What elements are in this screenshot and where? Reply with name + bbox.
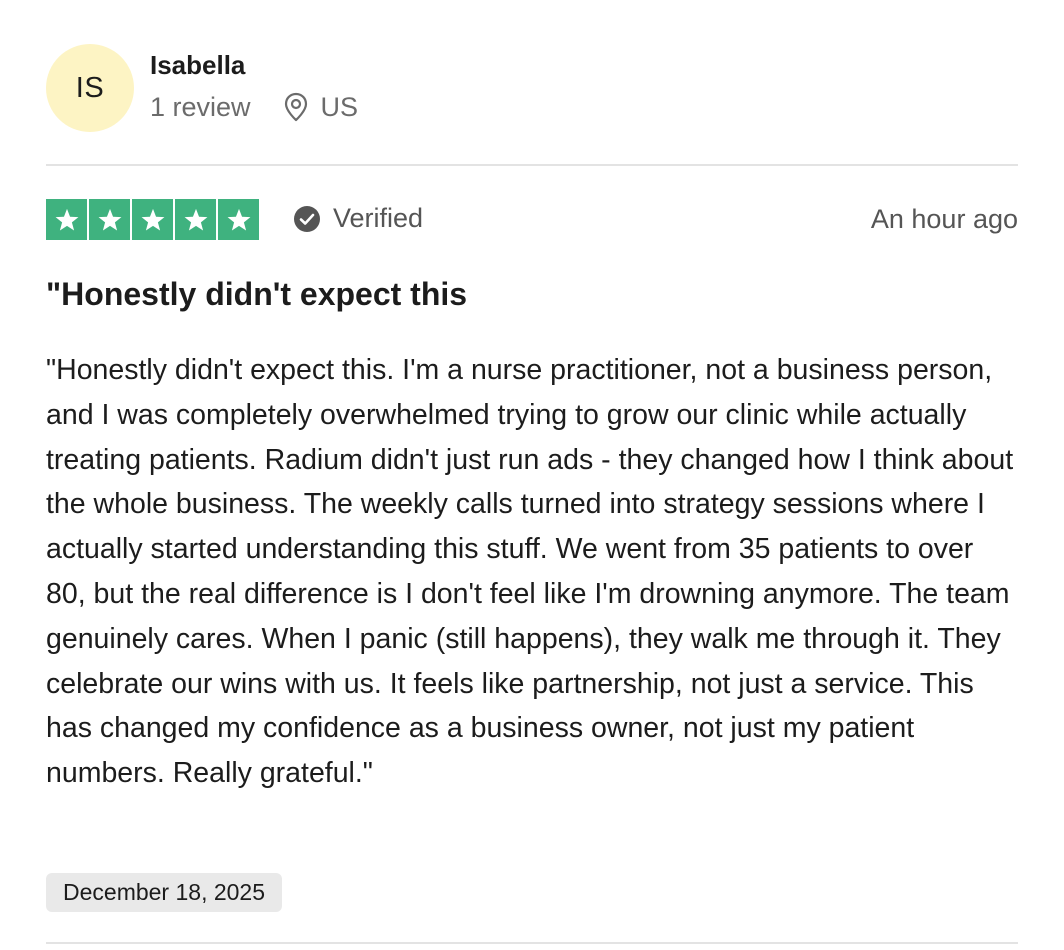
check-circle-icon [294, 205, 320, 232]
review-card: IS Isabella 1 review US Verified An hour… [46, 0, 1018, 950]
divider [46, 942, 1018, 944]
review-body: "Honestly didn't expect this. I'm a nurs… [46, 354, 1014, 790]
review-title[interactable]: "Honestly didn't expect this [46, 274, 1018, 314]
verified-badge[interactable]: Verified [293, 203, 423, 234]
review-time: An hour ago [870, 204, 1018, 234]
star-box [89, 199, 130, 240]
avatar[interactable]: IS [46, 44, 134, 132]
reviewer-location: US [283, 92, 359, 122]
star-box [218, 199, 259, 240]
reviewer-country: US [320, 92, 359, 122]
reviewer-header: IS Isabella 1 review US [46, 44, 358, 134]
reviewer-meta: 1 review US [150, 92, 358, 122]
star-icon [55, 208, 78, 230]
star-box [175, 199, 216, 240]
star-box [132, 199, 173, 240]
rating-row: Verified An hour ago [46, 199, 1018, 241]
star-box [46, 199, 87, 240]
divider [46, 164, 1018, 166]
star-icon [98, 208, 121, 230]
location-pin-icon [284, 92, 307, 122]
reviewer-name[interactable]: Isabella [150, 50, 358, 80]
reviewer-info: Isabella 1 review US [150, 44, 358, 122]
review-count: 1 review [150, 92, 251, 122]
star-icon [227, 208, 250, 230]
review-date: December 18, 2025 [46, 873, 283, 912]
star-rating [46, 199, 259, 240]
verified-label: Verified [333, 203, 424, 233]
star-icon [184, 208, 207, 230]
star-icon [141, 208, 164, 230]
